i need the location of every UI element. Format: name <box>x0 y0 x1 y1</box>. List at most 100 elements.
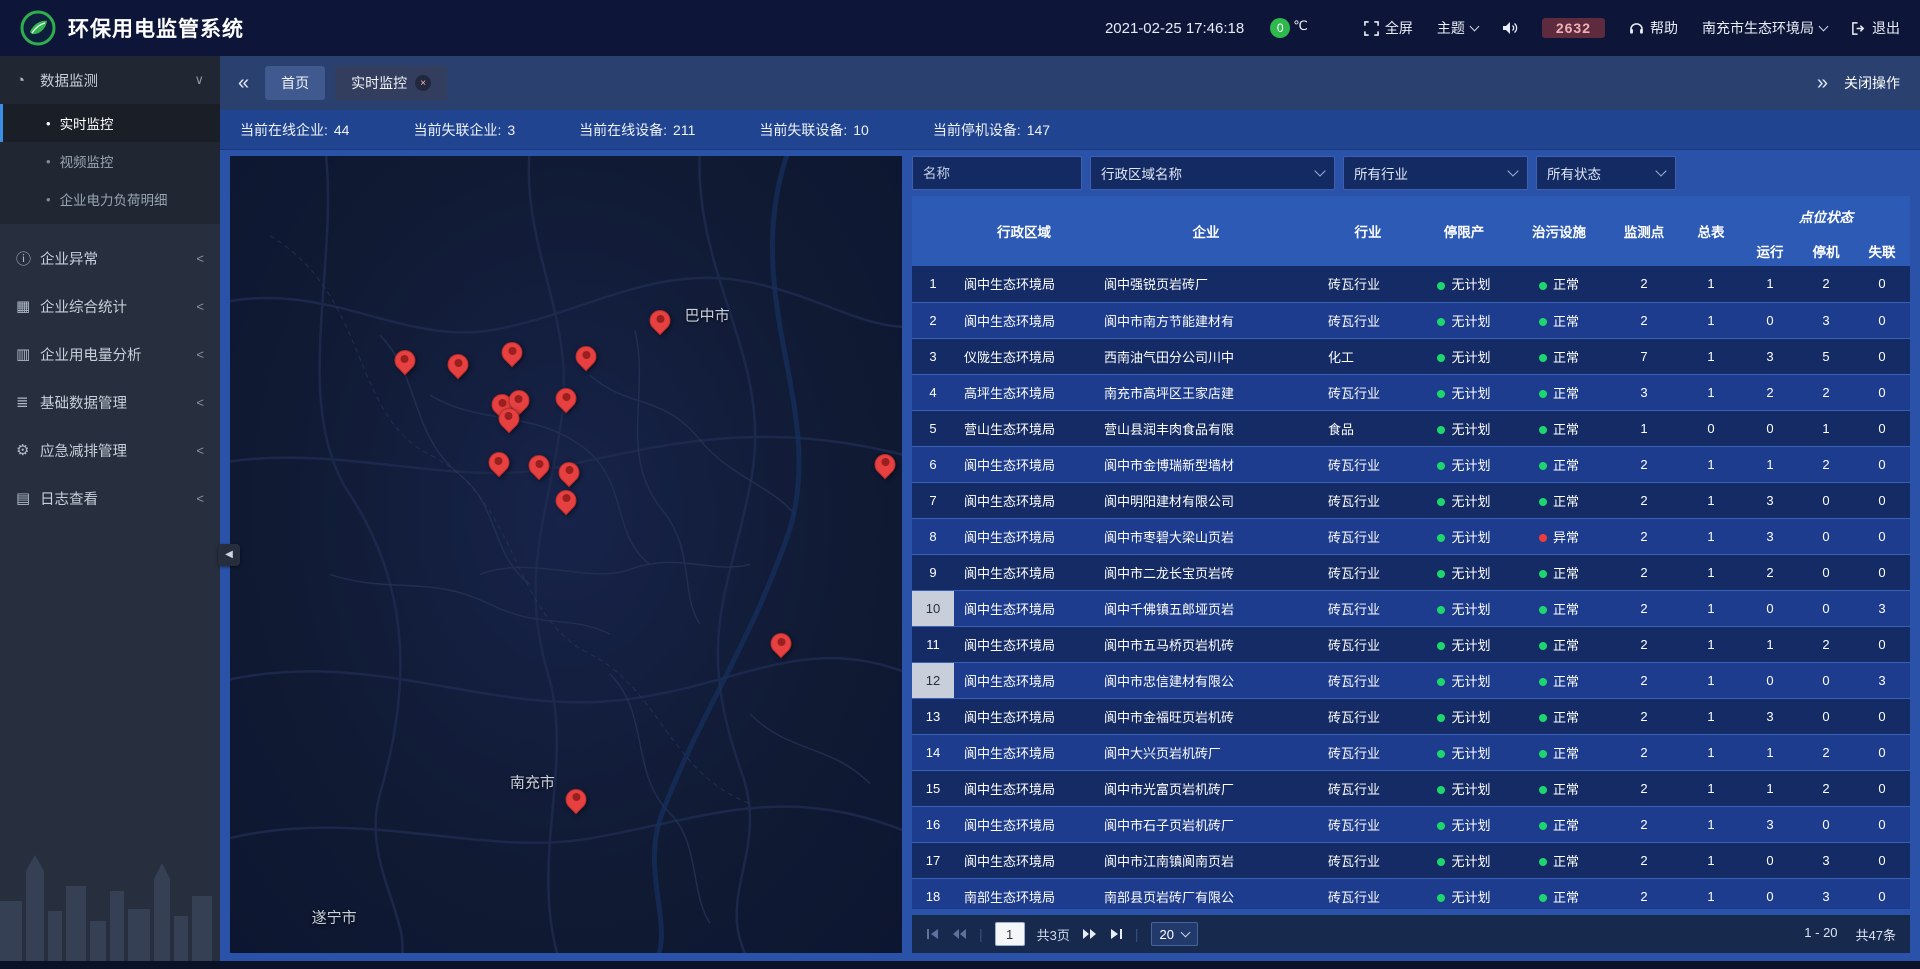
prev-page-button[interactable] <box>952 928 967 940</box>
map-pin[interactable] <box>875 454 896 475</box>
region-filter-select[interactable]: 行政区域名称 <box>1090 156 1335 190</box>
facility-status-dot <box>1539 786 1547 794</box>
limit-status-dot <box>1437 318 1445 326</box>
tab-home[interactable]: 首页 <box>265 66 325 100</box>
map-pin[interactable] <box>498 408 519 429</box>
sidebar-item-company-stats[interactable]: 企业综合统计 <box>0 282 220 330</box>
map-roads <box>230 156 902 953</box>
theme-dropdown[interactable]: 主题 <box>1437 18 1478 38</box>
map-pin[interactable] <box>488 452 509 473</box>
map-pin[interactable] <box>448 354 469 375</box>
page-size-select[interactable]: 20 <box>1151 922 1198 946</box>
table-row[interactable]: 17阆中生态环境局阆中市江南镇阆南页岩砖瓦行业无计划正常21030 <box>912 842 1910 878</box>
cell-points: 2 <box>1608 266 1680 302</box>
table-row[interactable]: 9阆中生态环境局阆中市二龙长宝页岩砖砖瓦行业无计划正常21200 <box>912 554 1910 590</box>
cell-points: 2 <box>1608 518 1680 554</box>
sidebar-item-power-analysis[interactable]: 企业用电量分析 <box>0 330 220 378</box>
table-row[interactable]: 11阆中生态环境局阆中市五马桥页岩机砖砖瓦行业无计划正常21120 <box>912 626 1910 662</box>
table-row[interactable]: 4高坪生态环境局南充市高坪区王家店建砖瓦行业无计划正常31220 <box>912 374 1910 410</box>
table-row[interactable]: 1阆中生态环境局阆中强锐页岩砖厂砖瓦行业无计划正常21120 <box>912 266 1910 302</box>
panel-collapse-button[interactable] <box>218 544 240 566</box>
cell-company: 营山县润丰肉食品有限 <box>1094 410 1318 446</box>
map-pin[interactable] <box>576 346 597 367</box>
cell-run: 1 <box>1742 770 1798 806</box>
cell-run: 3 <box>1742 482 1798 518</box>
fullscreen-button[interactable]: 全屏 <box>1364 18 1413 38</box>
col-header-limit: 停限产 <box>1418 196 1510 266</box>
tab-realtime-monitor[interactable]: 实时监控 <box>335 66 447 100</box>
status-filter-select[interactable]: 所有状态 <box>1536 156 1676 190</box>
help-button[interactable]: 帮助 <box>1629 18 1678 38</box>
map-pin[interactable] <box>771 633 792 654</box>
map-pin[interactable] <box>650 310 671 331</box>
page-number-input[interactable] <box>995 922 1025 946</box>
cell-region: 阆中生态环境局 <box>954 842 1094 878</box>
close-operations-button[interactable]: 关闭操作 <box>1844 73 1900 93</box>
sidebar-item-label: 企业综合统计 <box>40 296 196 317</box>
sidebar-item-emergency-mgmt[interactable]: 应急减排管理 <box>0 426 220 474</box>
table-row[interactable]: 13阆中生态环境局阆中市金福旺页岩机砖砖瓦行业无计划正常21300 <box>912 698 1910 734</box>
cell-points: 2 <box>1608 878 1680 909</box>
map-pin[interactable] <box>559 462 580 483</box>
table-row[interactable]: 2阆中生态环境局阆中市南方节能建材有砖瓦行业无计划正常21030 <box>912 302 1910 338</box>
cell-facility: 正常 <box>1510 338 1608 374</box>
table-row[interactable]: 18南部生态环境局南部县页岩砖厂有限公砖瓦行业无计划正常21030 <box>912 878 1910 909</box>
first-page-button[interactable] <box>926 928 940 940</box>
cell-idx: 8 <box>912 518 954 554</box>
logout-button[interactable]: 退出 <box>1851 18 1900 38</box>
table-row[interactable]: 8阆中生态环境局阆中市枣碧大梁山页岩砖瓦行业无计划异常21300 <box>912 518 1910 554</box>
table-row[interactable]: 5营山生态环境局营山县润丰肉食品有限食品无计划正常10010 <box>912 410 1910 446</box>
map-pin[interactable] <box>529 455 550 476</box>
tabs-scroll-right-icon[interactable] <box>1811 73 1834 93</box>
cell-facility: 正常 <box>1510 590 1608 626</box>
cell-idx: 1 <box>912 266 954 302</box>
cell-total: 1 <box>1680 338 1742 374</box>
map-pin[interactable] <box>394 350 415 371</box>
table-row[interactable]: 16阆中生态环境局阆中市石子页岩机砖厂砖瓦行业无计划正常21300 <box>912 806 1910 842</box>
map-city-label: 遂宁市 <box>312 907 357 928</box>
sidebar-item-power-load-detail[interactable]: 企业电力负荷明细 <box>0 180 220 218</box>
table-row[interactable]: 6阆中生态环境局阆中市金博瑞新型墙材砖瓦行业无计划正常21120 <box>912 446 1910 482</box>
map-pin[interactable] <box>556 388 577 409</box>
map-pin[interactable] <box>566 789 587 810</box>
table-row[interactable]: 10阆中生态环境局阆中千佛镇五郎垭页岩砖瓦行业无计划正常21003 <box>912 590 1910 626</box>
cell-region: 仪陇生态环境局 <box>954 338 1094 374</box>
map-canvas[interactable]: 巴中市南充市遂宁市 <box>230 156 902 953</box>
cell-region: 阆中生态环境局 <box>954 698 1094 734</box>
cell-idx: 18 <box>912 878 954 909</box>
sidebar-item-video-monitor[interactable]: 视频监控 <box>0 142 220 180</box>
close-icon[interactable] <box>415 75 431 91</box>
table-row[interactable]: 12阆中生态环境局阆中市忠信建材有限公砖瓦行业无计划正常21003 <box>912 662 1910 698</box>
last-page-button[interactable] <box>1109 928 1123 940</box>
cell-limit: 无计划 <box>1418 770 1510 806</box>
table-row[interactable]: 15阆中生态环境局阆中市光富页岩机砖厂砖瓦行业无计划正常21120 <box>912 770 1910 806</box>
map-pin[interactable] <box>556 490 577 511</box>
sidebar-item-company-abnormal[interactable]: 企业异常 <box>0 234 220 282</box>
map-pin[interactable] <box>502 342 523 363</box>
table-row[interactable]: 14阆中生态环境局阆中大兴页岩机砖厂砖瓦行业无计划正常21120 <box>912 734 1910 770</box>
org-dropdown[interactable]: 南充市生态环境局 <box>1702 18 1827 38</box>
sidebar-item-realtime-monitor[interactable]: 实时监控 <box>0 104 220 142</box>
table-row[interactable]: 7阆中生态环境局阆中明阳建材有限公司砖瓦行业无计划正常21300 <box>912 482 1910 518</box>
app: 环保用电监管系统 2021-02-25 17:46:18 0 ℃ 全屏 主题 <box>0 0 1920 969</box>
sidebar-item-base-data[interactable]: 基础数据管理 <box>0 378 220 426</box>
cell-points: 2 <box>1608 590 1680 626</box>
cell-facility: 正常 <box>1510 410 1608 446</box>
facility-status-dot <box>1539 282 1547 290</box>
tabs-scroll-left-icon[interactable] <box>232 73 255 93</box>
cell-idx: 3 <box>912 338 954 374</box>
cell-run: 0 <box>1742 302 1798 338</box>
sidebar-item-log-view[interactable]: 日志查看 <box>0 474 220 522</box>
next-page-button[interactable] <box>1082 928 1097 940</box>
table-row[interactable]: 3仪陇生态环境局西南油气田分公司川中化工无计划正常71350 <box>912 338 1910 374</box>
phone-icon <box>1629 21 1644 36</box>
industry-filter-select[interactable]: 所有行业 <box>1343 156 1528 190</box>
cell-total: 1 <box>1680 698 1742 734</box>
cell-total: 1 <box>1680 482 1742 518</box>
sound-button[interactable] <box>1502 21 1518 35</box>
cell-limit: 无计划 <box>1418 338 1510 374</box>
col-header-point-status: 点位状态 <box>1742 196 1910 236</box>
alarm-count-badge[interactable]: 2632 <box>1542 18 1605 38</box>
name-filter-input[interactable] <box>912 156 1082 190</box>
sidebar-item-data-monitor[interactable]: 数据监测 <box>0 56 220 104</box>
